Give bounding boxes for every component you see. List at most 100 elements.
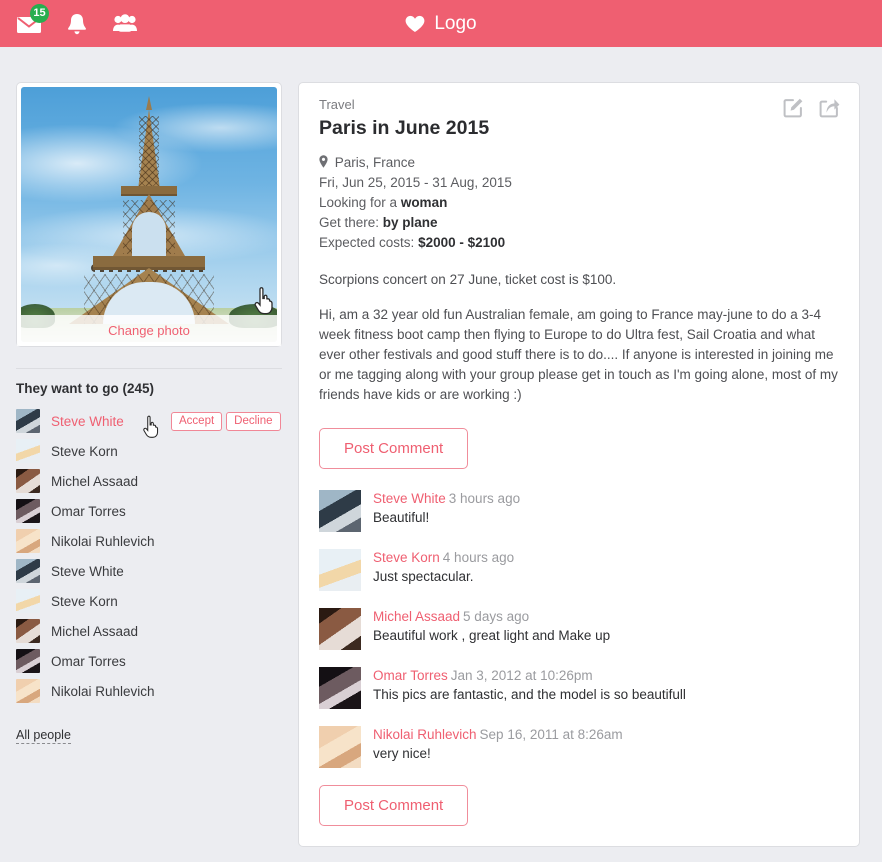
looking-for-label: Looking for a [319, 195, 401, 210]
person-name[interactable]: Nikolai Ruhlevich [51, 684, 155, 699]
post-comment-button-bottom[interactable]: Post Comment [319, 785, 469, 826]
bell-icon [68, 13, 86, 34]
post-body: Hi, am a 32 year old fun Australian fema… [319, 307, 838, 402]
person-name[interactable]: Michel Assaad [51, 624, 138, 639]
decline-button[interactable]: Decline [226, 411, 281, 431]
avatar [16, 679, 40, 703]
post-comment-footer: Post Comment [319, 785, 839, 826]
comment-author[interactable]: Steve Korn [373, 550, 440, 565]
post-transport-row: Get there: by plane [319, 213, 839, 233]
unread-count-badge: 15 [30, 3, 49, 23]
comment-item: Omar Torres Jan 3, 2012 at 10:26pm This pi… [319, 667, 839, 709]
list-item[interactable]: Michel Assaad [16, 466, 282, 496]
avatar [16, 589, 40, 613]
post-category[interactable]: Travel [319, 97, 839, 112]
heart-icon [405, 15, 425, 32]
comment-text: Beautiful work , great light and Make up [373, 628, 611, 643]
post-note: Scorpions concert on 27 June, ticket cos… [319, 272, 617, 287]
all-people-link[interactable]: All people [16, 728, 71, 744]
avatar [16, 439, 40, 463]
messages-button[interactable]: 15 [16, 3, 49, 37]
edit-pencil-icon[interactable] [782, 96, 804, 118]
friends-button[interactable] [112, 11, 138, 37]
people-group-icon [113, 13, 137, 32]
get-there-label: Get there: [319, 215, 383, 230]
comment-author[interactable]: Michel Assaad [373, 609, 460, 624]
change-photo-button[interactable]: Change photo [17, 315, 281, 346]
list-item[interactable]: Omar Torres [16, 646, 282, 676]
list-item[interactable]: Steve Korn [16, 586, 282, 616]
comment-text: very nice! [373, 746, 431, 761]
comment-body: Michel Assaad 5 days ago Beautiful work , … [373, 608, 610, 650]
avatar [319, 549, 361, 591]
comment-item: Steve White 3 hours ago Beautiful! [319, 490, 839, 532]
avatar [319, 490, 361, 532]
comments-list: Steve White 3 hours ago Beautiful! Steve Ko… [319, 490, 839, 768]
trip-photo-card[interactable]: Change photo [16, 82, 282, 347]
comment-author[interactable]: Steve White [373, 491, 446, 506]
comment-body: Steve White 3 hours ago Beautiful! [373, 490, 520, 532]
sidebar-divider [16, 368, 282, 369]
post-actions [782, 96, 840, 118]
comment-header: Steve White 3 hours ago [373, 491, 520, 506]
list-item[interactable]: Omar Torres [16, 496, 282, 526]
avatar [319, 608, 361, 650]
post-comment-button-top[interactable]: Post Comment [319, 428, 469, 469]
comment-timestamp: Jan 3, 2012 at 10:26pm [450, 668, 593, 683]
sidebar: Change photo They want to go (245) Steve… [16, 82, 282, 744]
list-item[interactable]: Steve White [16, 556, 282, 586]
costs-value: $2000 - $2100 [418, 235, 506, 250]
avatar [16, 529, 40, 553]
avatar [319, 726, 361, 768]
comment-body: Nikolai Ruhlevich Sep 16, 2011 at 8:26am v… [373, 726, 623, 768]
list-item[interactable]: Nikolai Ruhlevich [16, 526, 282, 556]
person-name[interactable]: Michel Assaad [51, 474, 138, 489]
person-name[interactable]: Steve White [51, 564, 124, 579]
avatar [16, 499, 40, 523]
comment-text: Beautiful! [373, 510, 430, 525]
comment-item: Michel Assaad 5 days ago Beautiful work , … [319, 608, 839, 650]
trip-post-card: Travel Paris in June 2015 Paris, France … [298, 82, 860, 847]
person-name[interactable]: Omar Torres [51, 654, 126, 669]
person-name[interactable]: Nikolai Ruhlevich [51, 534, 155, 549]
notifications-button[interactable] [64, 11, 90, 37]
costs-label: Expected costs: [319, 235, 419, 250]
comment-item: Nikolai Ruhlevich Sep 16, 2011 at 8:26am v… [319, 726, 839, 768]
page-title: Paris in June 2015 [319, 117, 490, 139]
people-list: Steve White Accept Decline Steve Korn Michel… [16, 406, 282, 706]
person-name[interactable]: Omar Torres [51, 504, 126, 519]
list-item[interactable]: Michel Assaad [16, 616, 282, 646]
person-name[interactable]: Steve Korn [51, 444, 118, 459]
post-looking-for-row: Looking for a woman [319, 193, 839, 213]
comment-author[interactable]: Omar Torres [373, 668, 448, 683]
share-arrow-icon[interactable] [818, 96, 840, 118]
comment-timestamp: Sep 16, 2011 at 8:26am [479, 727, 623, 742]
list-item[interactable]: Nikolai Ruhlevich [16, 676, 282, 706]
main-content: Travel Paris in June 2015 Paris, France … [298, 82, 870, 847]
avatar [16, 409, 40, 433]
person-name[interactable]: Steve Korn [51, 594, 118, 609]
list-item[interactable]: Steve Korn [16, 436, 282, 466]
person-name[interactable]: Steve White [51, 414, 124, 429]
avatar [16, 469, 40, 493]
comment-header: Omar Torres Jan 3, 2012 at 10:26pm [373, 668, 686, 683]
comment-header: Steve Korn 4 hours ago [373, 550, 514, 565]
looking-for-value: woman [400, 195, 448, 210]
comment-text: Just spectacular. [373, 569, 474, 584]
top-navigation-bar: 15 Logo [0, 0, 882, 47]
accept-button[interactable]: Accept [171, 411, 223, 431]
request-action-group: Accept Decline [171, 411, 281, 431]
post-location-row: Paris, France [319, 153, 839, 173]
comment-timestamp: 5 days ago [463, 609, 530, 624]
comment-author[interactable]: Nikolai Ruhlevich [373, 727, 477, 742]
comment-header: Michel Assaad 5 days ago [373, 609, 610, 624]
list-item[interactable]: Steve White Accept Decline [16, 406, 282, 438]
comment-item: Steve Korn 4 hours ago Just spectacular. [319, 549, 839, 591]
avatar [16, 649, 40, 673]
avatar [16, 559, 40, 583]
avatar [16, 619, 40, 643]
brand-name[interactable]: Logo [434, 13, 476, 35]
comment-body: Omar Torres Jan 3, 2012 at 10:26pm This pi… [373, 667, 686, 709]
post-location: Paris, France [334, 155, 416, 170]
page-body: Change photo They want to go (245) Steve… [0, 47, 882, 847]
